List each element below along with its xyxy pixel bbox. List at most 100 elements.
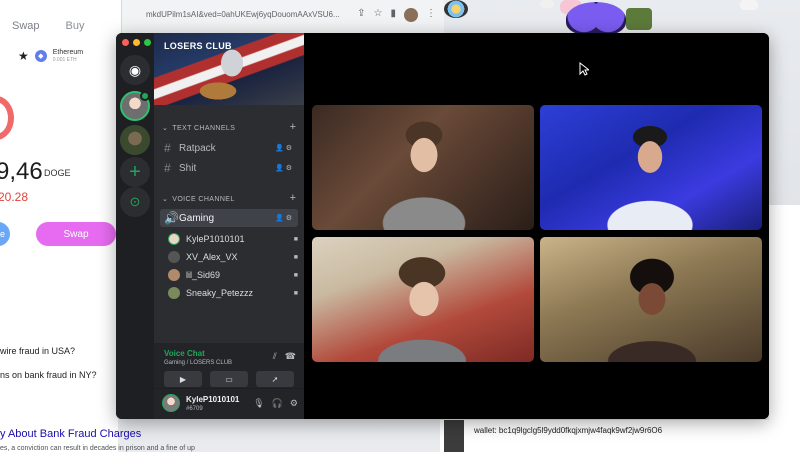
channel-label: Shit [179,162,197,174]
voice-user-name: lil_Sid69 [186,270,221,280]
server-name[interactable]: LOSERS CLUB [164,41,232,51]
token-balance: 0.001 ETH [52,57,77,63]
category-voice-channel[interactable]: ⌄ VOICE CHANNEL [162,195,235,204]
token-name: Ethereum [52,49,84,56]
background-page: wallet: bc1q9lgclg5l9ydd0fkqjxmjw4faqk9w… [440,420,800,452]
share-icon[interactable]: ⇪ [357,8,365,22]
video-tile[interactable] [540,105,762,230]
mic-icon[interactable]: 🎙 [253,398,264,409]
browser-toolbar: mkdUPilm1sAI&ved=0ahUKEwj6yqDouomAAxVSU6… [122,0,444,34]
hash-icon: # [164,161,171,175]
token-row[interactable]: ★ ◆ Ethereum 0.001 ETH [18,48,84,64]
discord-home-icon[interactable]: ◉ [120,55,150,85]
mouse-cursor-icon [579,62,589,76]
disconnect-icon[interactable]: ☎ [285,351,296,362]
zoom-window-button[interactable] [144,39,151,46]
video-tile[interactable] [540,237,762,362]
voice-user[interactable]: Sneaky_Petezzz ■ [168,285,298,301]
user-panel-icons: 🎙 🎧 ⚙ [253,398,298,409]
result-snippet: es, a conviction can result in decades i… [0,445,195,452]
server-banner: LOSERS CLUB [154,33,304,105]
status-badge [140,91,150,101]
wallet-tabs: Swap Buy [0,0,121,32]
noise-suppression-icon[interactable]: ⫽ [273,351,277,362]
server-icon[interactable] [120,125,150,155]
avatar [168,233,180,245]
username: KyleP1010101 [186,395,240,404]
channel-ratpack[interactable]: # Ratpack 👤⚙ [160,139,298,157]
swap-button[interactable]: Swap [36,222,116,246]
speaker-icon: 🔊 [164,211,179,225]
avatar [168,269,180,281]
balance-unit: DOGE [44,168,71,178]
user-panel: KyleP1010101 #6709 🎙 🎧 ⚙ [154,389,304,419]
category-label: VOICE CHANNEL [172,195,235,203]
screen-share-button[interactable]: ▭ [210,371,248,387]
video-tile[interactable] [312,237,534,362]
video-stage [304,33,769,419]
channel-label: Gaming [179,212,215,224]
balance-amount: 9,46 [0,158,43,185]
desktop-icon[interactable] [444,0,468,18]
result-title-link[interactable]: y About Bank Fraud Charges [0,428,141,440]
bookmark-star-icon[interactable]: ☆ [374,8,383,22]
camera-icon: ▶ [179,374,187,384]
compass-icon[interactable]: ⊙ [120,187,150,217]
add-channel-icon[interactable]: + [290,192,296,204]
address-bar[interactable]: mkdUPilm1sAI&ved=0ahUKEwj6yqDouomAAxVSU6… [146,10,366,19]
related-question[interactable]: ns on bank fraud in NY? [0,370,97,380]
tab-buy[interactable]: Buy [66,20,85,32]
profile-avatar[interactable] [404,8,418,22]
category-text-channels[interactable]: ⌄ TEXT CHANNELS [162,124,236,133]
related-question[interactable]: wire fraud in USA? [0,346,75,356]
receive-button[interactable]: e [0,222,10,246]
camera-icon: ■ [293,253,298,261]
voice-status-title[interactable]: Voice Chat [164,349,205,358]
browser-toolbar-icons: ⇪ ☆ ▮ ⋮ [357,8,436,22]
token-logo [0,96,14,140]
sidebar-icon[interactable]: ▮ [390,8,396,22]
voice-channel-gaming[interactable]: 🔊 Gaming 👤⚙ [160,209,298,227]
activity-button[interactable]: ➚ [256,371,294,387]
voice-user[interactable]: lil_Sid69 ■ [168,267,298,283]
voice-user-name: KyleP1010101 [186,234,245,244]
voice-user[interactable]: XV_Alex_VX ■ [168,249,298,265]
ethereum-icon: ◆ [34,49,47,62]
close-window-button[interactable] [122,39,129,46]
minimize-window-button[interactable] [133,39,140,46]
voice-connected-panel: Voice Chat Gaming / LOSERS CLUB ⫽ ☎ ▶ ▭ … [154,343,304,389]
channel-label: Ratpack [179,142,216,154]
voice-user[interactable]: KyleP1010101 ■ [168,231,298,247]
star-icon[interactable]: ★ [18,49,29,63]
avatar[interactable] [162,394,180,412]
desktop-sticker [566,2,626,36]
thumbnail-image [444,420,464,452]
camera-button[interactable]: ▶ [164,371,202,387]
hash-icon: # [164,141,171,155]
add-server-icon[interactable]: + [120,157,150,187]
desktop-icon[interactable] [626,8,652,30]
channel-settings-icons[interactable]: 👤⚙ [275,214,294,222]
video-tile[interactable] [312,105,534,230]
desktop-icon[interactable] [740,0,758,10]
rocket-icon: ➚ [271,374,279,384]
voice-user-name: Sneaky_Petezzz [186,288,254,298]
window-controls [122,39,151,46]
camera-icon: ■ [293,289,298,297]
tab-swap[interactable]: Swap [12,20,40,32]
voice-panel-icons: ⫽ ☎ [273,351,296,362]
voice-status-subtitle: Gaming / LOSERS CLUB [164,360,233,366]
gear-icon[interactable]: ⚙ [290,398,298,409]
channel-sidebar: LOSERS CLUB ⌄ TEXT CHANNELS + # Ratpack … [154,33,304,419]
voice-user-name: XV_Alex_VX [186,252,238,262]
desktop-icon[interactable] [540,0,554,8]
avatar [168,287,180,299]
channel-settings-icons[interactable]: 👤⚙ [275,144,294,152]
channel-settings-icons[interactable]: 👤⚙ [275,164,294,172]
category-label: TEXT CHANNELS [172,124,236,132]
menu-icon[interactable]: ⋮ [426,8,436,22]
headphones-icon[interactable]: 🎧 [272,398,283,409]
background-page-strip [768,205,800,420]
channel-shit[interactable]: # Shit 👤⚙ [160,159,298,177]
add-channel-icon[interactable]: + [290,121,296,133]
